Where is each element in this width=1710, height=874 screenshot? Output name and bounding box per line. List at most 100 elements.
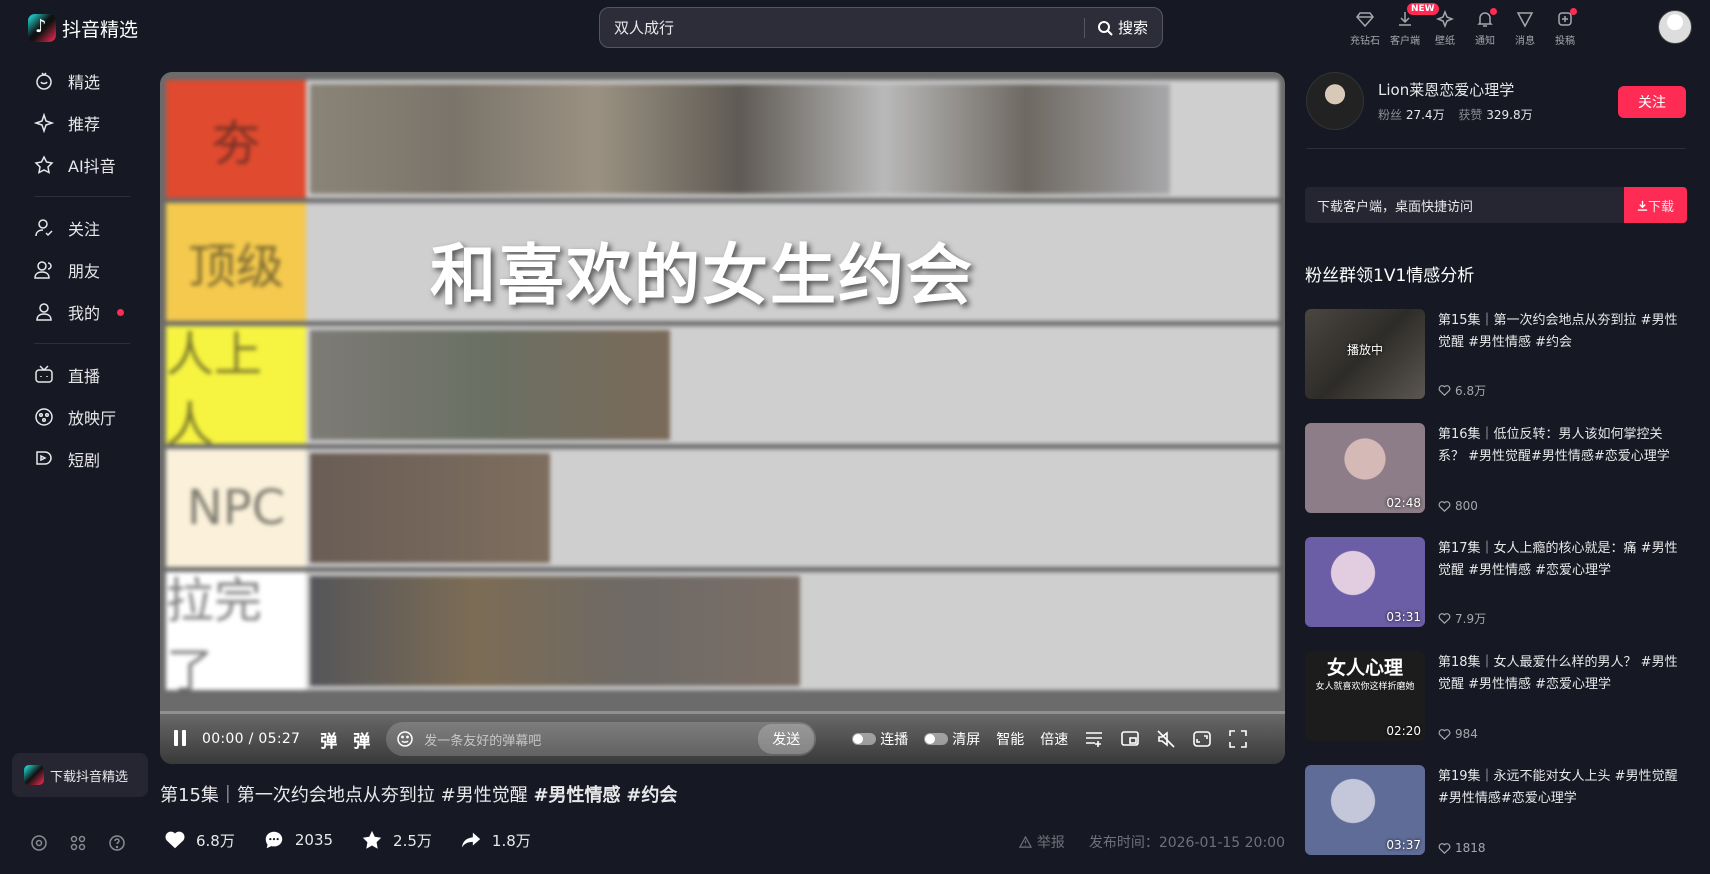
download-app-button[interactable]: 下载抖音精选	[12, 753, 148, 797]
danmu-toggle-button[interactable]: 弹	[320, 727, 337, 752]
playlist-item-info: 第18集｜女人最爱什么样的男人？ #男性觉醒 #男性情感 #恋爱心理学 984	[1438, 651, 1688, 741]
upload-button[interactable]: 投稿	[1545, 8, 1585, 47]
time-current: 00:00	[202, 731, 244, 747]
playlist-item[interactable]: 02:48 第16集｜低位反转：男人该如何掌控关系？ #男性觉醒#男性情感#恋爱…	[1305, 423, 1687, 537]
tv-icon	[35, 365, 53, 383]
speed-button[interactable]: 倍速	[1040, 729, 1068, 749]
likes-count: 1818	[1455, 841, 1486, 855]
sidebar-divider	[34, 196, 130, 197]
wallpaper-icon	[1436, 10, 1454, 28]
autoplay-label: 连播	[880, 732, 909, 748]
tier-thumbnails	[310, 576, 800, 686]
sidebar: 精选 推荐 AI抖音 关注 朋友 我的 直播 放映厅 短剧	[24, 60, 140, 480]
video-meta: 举报 发布时间：2026-01-15 20:00	[1018, 832, 1285, 852]
playlist-item[interactable]: 03:37 第19集｜永远不能对女人上头 #男性觉醒#男性情感#恋爱心理学 18…	[1305, 765, 1687, 874]
tier-row: 夯	[166, 80, 1279, 198]
author-name[interactable]: Lion莱恩恋爱心理学	[1378, 79, 1543, 100]
search-input[interactable]	[600, 18, 1084, 37]
author-info: Lion莱恩恋爱心理学 粉丝 27.4万 获赞 329.8万	[1378, 79, 1543, 123]
emoji-icon[interactable]	[396, 730, 414, 748]
app-name: 抖音精选	[62, 18, 139, 41]
hashtag-link[interactable]: #约会	[626, 785, 677, 806]
follow-icon	[35, 219, 53, 237]
playlist-item[interactable]: 播放中 第15集｜第一次约会地点从夯到拉 #男性觉醒 #男性情感 #约会 6.8…	[1305, 309, 1687, 423]
message-icon	[1516, 12, 1534, 28]
sidebar-item-label: 直播	[68, 367, 101, 386]
sidebar-item-live[interactable]: 直播	[24, 354, 140, 396]
featured-icon	[36, 72, 52, 90]
report-button[interactable]: 举报	[1018, 832, 1065, 852]
sidebar-item-friends[interactable]: 朋友	[24, 249, 140, 291]
danmu-settings-button[interactable]: 弹	[353, 727, 370, 752]
download-client-button[interactable]: 下载	[1624, 187, 1687, 223]
video-player[interactable]: 夯 顶级 人上人 NPC 拉完了 和喜欢的女生约会 00:00 / 05:27 …	[160, 72, 1285, 764]
danmu-send-button[interactable]: 发送	[758, 724, 815, 754]
author-avatar[interactable]	[1306, 72, 1364, 130]
tier-row: 人上人	[166, 326, 1279, 453]
sidebar-item-label: 朋友	[68, 262, 101, 281]
web-fullscreen-icon[interactable]	[1192, 729, 1212, 749]
playlist-item-info: 第16集｜低位反转：男人该如何掌控关系？ #男性觉醒#男性情感#恋爱心理学 80…	[1438, 423, 1688, 513]
playlist-thumbnail: 03:31	[1305, 537, 1425, 627]
playlist-thumbnail: 播放中	[1305, 309, 1425, 399]
clear-screen-toggle[interactable]: 清屏	[924, 729, 980, 749]
favorite-button[interactable]: 2.5万	[361, 829, 432, 851]
tier-thumbnails	[310, 453, 550, 563]
follow-button[interactable]: 关注	[1618, 86, 1686, 118]
sidebar-item-ai-douyin[interactable]: AI抖音	[24, 144, 140, 186]
app-logo[interactable]: 抖音精选	[28, 14, 138, 42]
likes-count: 800	[1455, 499, 1478, 513]
wallpaper-label: 壁纸	[1435, 36, 1455, 47]
help-icon[interactable]	[108, 834, 126, 852]
sidebar-item-label: 精选	[68, 73, 101, 92]
user-avatar[interactable]	[1658, 10, 1692, 44]
playlist-icon[interactable]	[1084, 729, 1104, 749]
sidebar-item-cinema[interactable]: 放映厅	[24, 396, 140, 438]
recharge-button[interactable]: 充钻石	[1345, 8, 1385, 47]
download-banner-text: 下载客户端，桌面快捷访问	[1317, 199, 1474, 215]
fullscreen-icon[interactable]	[1228, 729, 1248, 749]
tier-label: 顶级	[166, 203, 306, 321]
messages-label: 消息	[1515, 36, 1535, 47]
mute-icon[interactable]	[1156, 729, 1176, 749]
comment-button[interactable]: 2035	[263, 829, 333, 851]
download-app-label: 下载抖音精选	[50, 769, 129, 785]
time-total: 05:27	[258, 731, 301, 747]
hashtag-link[interactable]: #男性情感	[533, 785, 620, 806]
apps-grid-icon[interactable]	[69, 834, 87, 852]
cinema-icon	[35, 408, 53, 426]
me-notification-dot	[117, 309, 124, 316]
thumbnail-text: 女人心理	[1326, 657, 1403, 679]
playlist-item[interactable]: 03:31 第17集｜女人上瘾的核心就是：痛 #男性觉醒 #男性情感 #恋爱心理…	[1305, 537, 1687, 651]
sidebar-item-label: 关注	[68, 220, 101, 239]
picture-in-picture-icon[interactable]	[1120, 729, 1140, 749]
sidebar-item-me[interactable]: 我的	[24, 291, 140, 333]
author-card[interactable]: Lion莱恩恋爱心理学 粉丝 27.4万 获赞 329.8万	[1306, 72, 1543, 130]
sidebar-item-follow[interactable]: 关注	[24, 207, 140, 249]
sidebar-item-recommend[interactable]: 推荐	[24, 102, 140, 144]
quality-button[interactable]: 智能	[996, 729, 1024, 749]
danmu-input[interactable]: 发一条友好的弹幕吧	[424, 730, 758, 749]
messages-button[interactable]: 消息	[1505, 8, 1545, 47]
playlist: 播放中 第15集｜第一次约会地点从夯到拉 #男性觉醒 #男性情感 #约会 6.8…	[1305, 309, 1687, 874]
pause-icon[interactable]	[174, 730, 192, 748]
playlist-item-title: 第15集｜第一次约会地点从夯到拉 #男性觉醒 #男性情感 #约会	[1438, 313, 1678, 350]
comment-icon	[265, 831, 283, 849]
like-button[interactable]: 6.8万	[164, 829, 235, 851]
duration: 02:48	[1386, 496, 1421, 510]
video-actions: 6.8万 2035 2.5万 1.8万	[164, 829, 531, 851]
settings-icon[interactable]	[30, 834, 48, 852]
client-download-button[interactable]: NEW 客户端	[1385, 3, 1439, 47]
sidebar-item-short-drama[interactable]: 短剧	[24, 438, 140, 480]
heart-outline-icon	[1438, 500, 1451, 512]
notification-button[interactable]: 通知	[1465, 8, 1505, 47]
search-button[interactable]: 搜索	[1085, 17, 1162, 38]
playlist-item[interactable]: 女人心理 女人就喜欢你这样折磨她 02:20 第18集｜女人最爱什么样的男人？ …	[1305, 651, 1687, 765]
thumbnail-subtext: 女人就喜欢你这样折磨她	[1315, 682, 1415, 692]
player-controls: 00:00 / 05:27 弹 弹 发一条友好的弹幕吧 发送 连播 清屏 智能 …	[160, 714, 1285, 764]
autoplay-toggle[interactable]: 连播	[852, 729, 908, 749]
sidebar-item-featured[interactable]: 精选	[24, 60, 140, 102]
wallpaper-button[interactable]: 壁纸	[1425, 8, 1465, 47]
douyin-logo-icon	[28, 14, 56, 42]
share-button[interactable]: 1.8万	[460, 829, 531, 851]
